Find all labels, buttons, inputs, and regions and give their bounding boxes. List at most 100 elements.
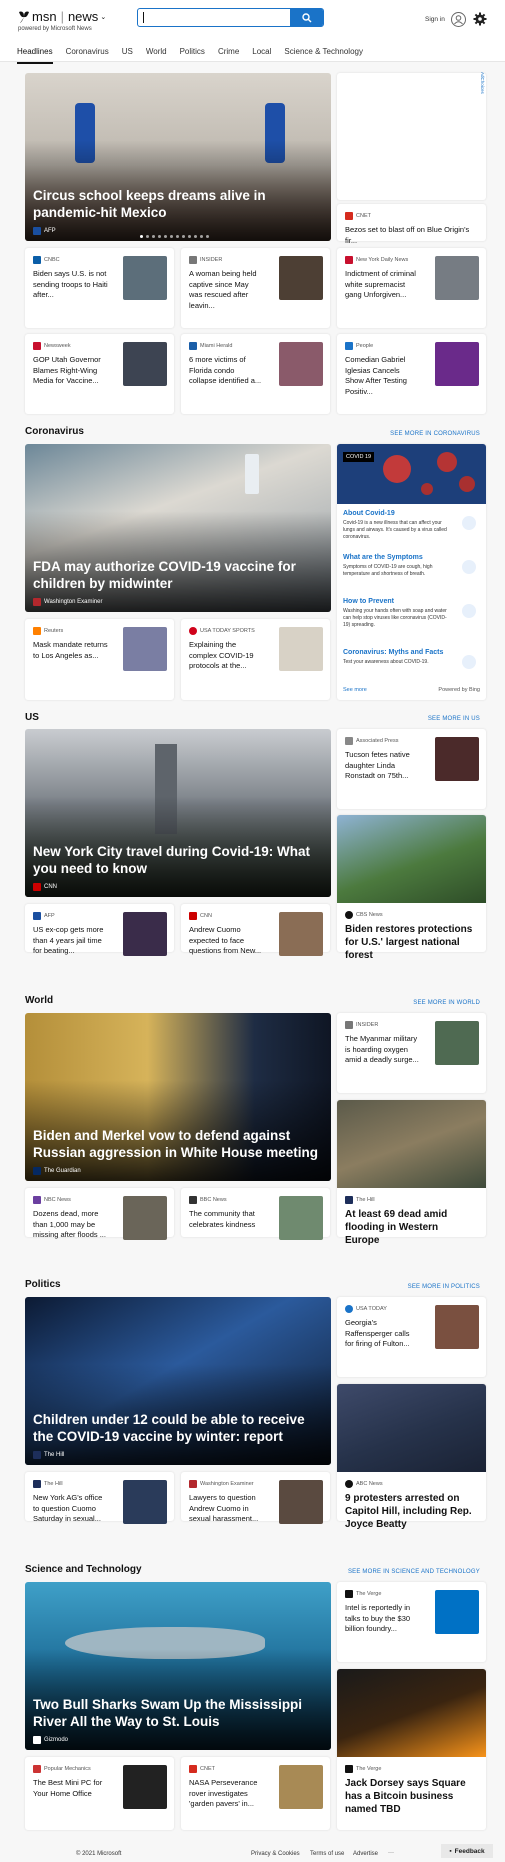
carousel-dots[interactable]	[140, 235, 209, 238]
hero-politics[interactable]: Children under 12 could be able to recei…	[25, 1297, 331, 1465]
search-input[interactable]	[144, 11, 294, 24]
usa-today-icon	[189, 627, 197, 635]
hero-source: CNN	[33, 883, 57, 891]
thumbnail	[123, 1765, 167, 1809]
thumbnail	[435, 737, 479, 781]
feedback-button[interactable]: ▪ Feedback	[441, 1844, 493, 1858]
covid-item-symptoms[interactable]: What are the Symptoms Symptoms of COVID-1…	[343, 554, 480, 578]
hero-source: The Hill	[33, 1451, 64, 1459]
tab-coronavirus[interactable]: Coronavirus	[66, 47, 109, 64]
terms-link[interactable]: Terms of use	[310, 1851, 344, 1857]
news-card[interactable]: Reuters Mask mandate returns to Los Ange…	[25, 619, 174, 700]
big-card[interactable]: The Hill At least 69 dead amid flooding …	[337, 1100, 486, 1246]
powered-by-bing: Powered by Bing	[438, 687, 480, 693]
sign-in-link[interactable]: Sign in	[425, 16, 445, 23]
thumbnail	[123, 1480, 167, 1524]
covid-item-prevent[interactable]: How to Prevent Washing your hands often w…	[343, 598, 480, 629]
tab-politics[interactable]: Politics	[180, 47, 205, 64]
see-more-scitech[interactable]: SEE MORE IN SCIENCE AND TECHNOLOGY	[336, 1569, 480, 1575]
nydn-icon	[345, 256, 353, 264]
thumbnail	[123, 912, 167, 956]
covid-see-more[interactable]: See more	[343, 687, 367, 693]
advertise-link[interactable]: Advertise	[353, 1851, 378, 1857]
hero-source: Gizmodo	[33, 1736, 68, 1744]
washington-examiner-icon	[189, 1480, 197, 1488]
side-card[interactable]: INSIDER The Myanmar military is hoarding…	[337, 1013, 486, 1093]
tab-headlines[interactable]: Headlines	[17, 47, 53, 64]
avatar-icon[interactable]	[451, 12, 466, 27]
tab-science-technology[interactable]: Science & Technology	[284, 47, 363, 64]
chevron-down-icon[interactable]: ⌄	[100, 13, 106, 21]
hero-scitech[interactable]: Two Bull Sharks Swam Up the Mississippi …	[25, 1582, 331, 1750]
more-options-icon[interactable]: ···	[388, 1850, 394, 1856]
see-more-coronavirus[interactable]: SEE MORE IN CORONAVIRUS	[336, 431, 480, 437]
see-more-us[interactable]: SEE MORE IN US	[336, 716, 480, 722]
thumbnail	[279, 912, 323, 956]
verge-icon	[345, 1590, 353, 1598]
card-title: Biden says U.S. is not sending troops to…	[33, 269, 108, 299]
abc-icon	[345, 1480, 353, 1488]
news-card[interactable]: Washington Examiner Lawyers to question …	[181, 1472, 330, 1524]
news-card[interactable]: The Hill New York AG's office to questio…	[25, 1472, 174, 1524]
section-title-scitech: Science and Technology	[25, 1564, 142, 1575]
news-card[interactable]: Popular Mechanics The Best Mini PC for Y…	[25, 1757, 174, 1830]
gear-icon[interactable]	[473, 12, 487, 26]
card-title: Lawyers to question Andrew Cuomo in sexu…	[189, 1493, 259, 1523]
search-button[interactable]	[290, 8, 323, 27]
side-card[interactable]: USA TODAY Georgia's Raffensperger calls …	[337, 1297, 486, 1377]
news-card[interactable]: NBC News Dozens dead, more than 1,000 ma…	[25, 1188, 174, 1240]
hero-us[interactable]: New York City travel during Covid-19: Wh…	[25, 729, 331, 897]
news-card[interactable]: USA TODAY SPORTS Explaining the complex …	[181, 619, 330, 700]
news-card[interactable]: People Comedian Gabriel Iglesias Cancels…	[337, 334, 486, 414]
cnn-icon	[189, 912, 197, 920]
news-card[interactable]: BBC News The community that celebrates k…	[181, 1188, 330, 1240]
see-more-world[interactable]: SEE MORE IN WORLD	[336, 1000, 480, 1006]
section-nav: Headlines Coronavirus US World Politics …	[17, 47, 376, 64]
tab-local[interactable]: Local	[252, 47, 271, 64]
covid-item-myths[interactable]: Coronavirus: Myths and Facts Test your aw…	[343, 649, 480, 669]
side-card[interactable]: The Verge Intel is reportedly in talks t…	[337, 1582, 486, 1662]
tab-us[interactable]: US	[122, 47, 133, 64]
side-card[interactable]: CNET Bezos set to blast off on Blue Orig…	[337, 204, 486, 245]
hero-world[interactable]: Biden and Merkel vow to defend against R…	[25, 1013, 331, 1181]
thumbnail	[435, 1590, 479, 1634]
insider-icon	[345, 1021, 353, 1029]
quiz-icon	[462, 655, 476, 669]
covid-item-about[interactable]: About Covid-19 Covid-19 is a new illness …	[343, 510, 480, 541]
news-card[interactable]: Miami Herald 6 more victims of Florida c…	[181, 334, 330, 414]
the-hill-icon	[33, 1480, 41, 1488]
image-vial	[245, 454, 259, 494]
thumbnail	[435, 1021, 479, 1065]
card-title: Biden restores protections for U.S.' lar…	[345, 924, 473, 961]
news-card[interactable]: CNN Andrew Cuomo expected to face questi…	[181, 904, 330, 956]
msn-logo[interactable]: msn | news ⌄	[18, 9, 106, 24]
big-card[interactable]: The Verge Jack Dorsey says Square has a …	[337, 1669, 486, 1830]
big-card[interactable]: ABC News 9 protesters arrested on Capito…	[337, 1384, 486, 1530]
news-card[interactable]: Newsweek GOP Utah Governor Blames Right-…	[25, 334, 174, 414]
card-title: At least 69 dead amid flooding in Wester…	[345, 1209, 448, 1246]
thermometer-icon	[462, 560, 476, 574]
side-card[interactable]: Associated Press Tucson fetes native dau…	[337, 729, 486, 809]
hero-coronavirus[interactable]: FDA may authorize COVID-19 vaccine for c…	[25, 444, 331, 612]
the-hill-icon	[33, 1451, 41, 1459]
privacy-link[interactable]: Privacy & Cookies	[251, 1851, 300, 1857]
big-card[interactable]: CBS News Biden restores protections for …	[337, 815, 486, 961]
news-card[interactable]: INSIDER A woman being held captive since…	[181, 248, 330, 328]
covid-info-panel: COVID 19 About Covid-19 Covid-19 is a new…	[337, 444, 486, 700]
card-title: Dozens dead, more than 1,000 may be miss…	[33, 1209, 106, 1239]
hero-source: AFP	[33, 227, 56, 235]
news-card[interactable]: CNET NASA Perseverance rover investigate…	[181, 1757, 330, 1830]
ad-choices-label[interactable]: AdChoices	[480, 72, 485, 94]
thumbnail	[279, 1765, 323, 1809]
news-card[interactable]: New York Daily News Indictment of crimin…	[337, 248, 486, 328]
news-card[interactable]: AFP US ex-cop gets more than 4 years jai…	[25, 904, 174, 956]
see-more-politics[interactable]: SEE MORE IN POLITICS	[336, 1284, 480, 1290]
tab-crime[interactable]: Crime	[218, 47, 239, 64]
tab-world[interactable]: World	[146, 47, 167, 64]
ad-slot[interactable]	[337, 73, 486, 200]
usa-today-icon	[345, 1305, 353, 1313]
news-card[interactable]: CNBC Biden says U.S. is not sending troo…	[25, 248, 174, 328]
thumbnail	[279, 627, 323, 671]
card-title: NASA Perseverance rover investigates 'ga…	[189, 1778, 258, 1808]
hero-headline[interactable]: Circus school keeps dreams alive in pand…	[25, 73, 331, 241]
